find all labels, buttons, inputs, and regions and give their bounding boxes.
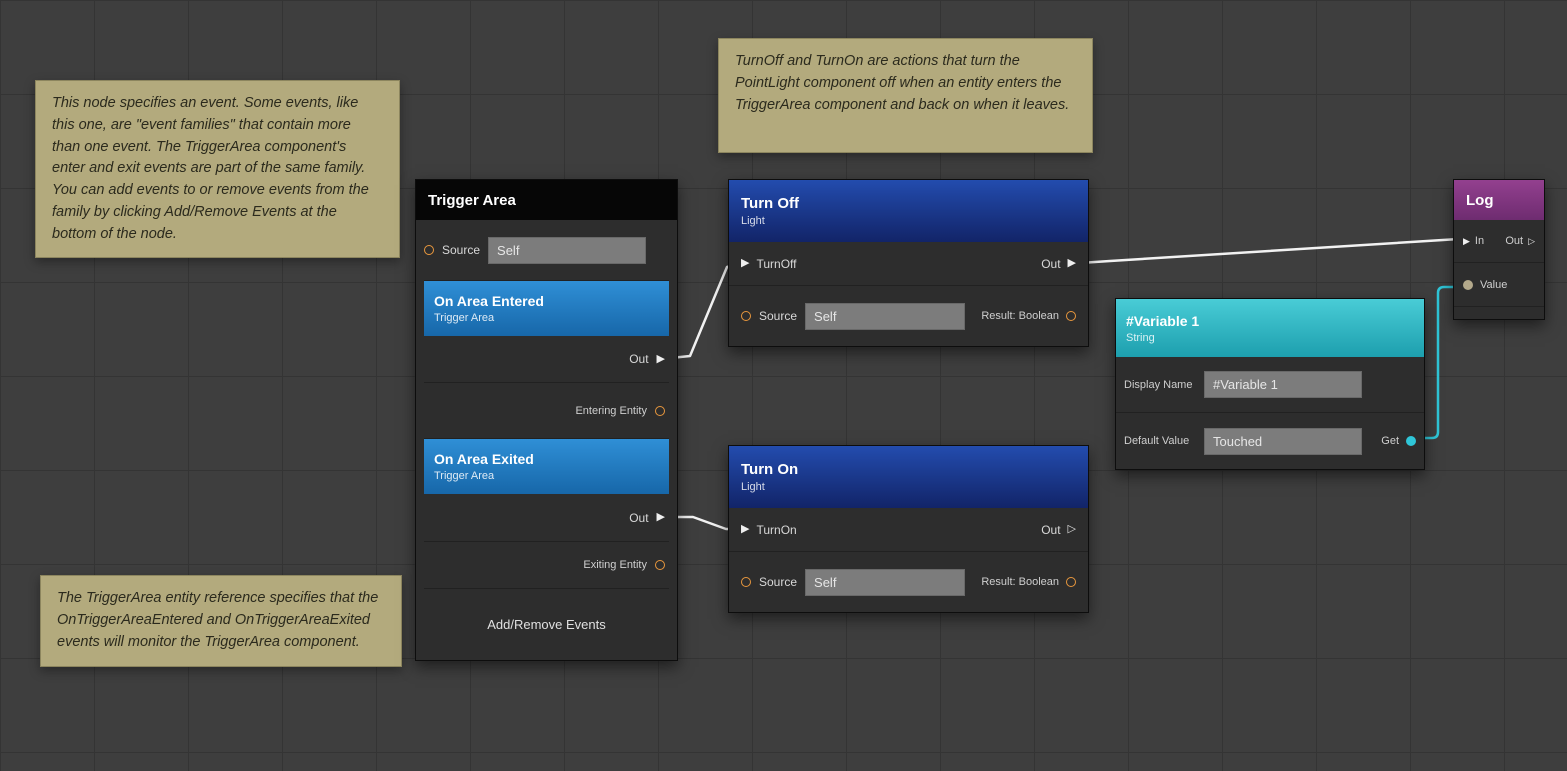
node-graph-canvas[interactable]: This node specifies an event. Some event…: [0, 0, 1567, 771]
log-value-port[interactable]: [1463, 279, 1473, 290]
event-title: On Area Exited: [434, 451, 534, 467]
get-label: Get: [1381, 435, 1399, 447]
turn-on-header[interactable]: Turn On Light: [729, 446, 1088, 508]
out-label: Out: [1041, 522, 1061, 537]
variable-header[interactable]: #Variable 1 String: [1116, 299, 1424, 357]
exec-out-icon[interactable]: ▶: [1068, 258, 1076, 269]
comment-text: This node specifies an event. Some event…: [52, 95, 369, 242]
exec-out-icon[interactable]: ▷: [1068, 524, 1076, 535]
node-log[interactable]: Log ▶ In Out ▷ Value: [1453, 179, 1545, 320]
node-trigger-area[interactable]: Trigger Area Source On Area Entered Trig…: [415, 179, 678, 661]
exec-out-icon[interactable]: ▶: [657, 353, 665, 365]
event-subtitle: Trigger Area: [434, 470, 495, 482]
event-on-area-entered-header[interactable]: On Area Entered Trigger Area: [424, 281, 669, 336]
node-turn-on[interactable]: Turn On Light ▶ TurnOn Out ▷ Source Resu…: [728, 445, 1089, 613]
comment-entity-reference[interactable]: The TriggerArea entity reference specifi…: [40, 575, 402, 667]
default-value-input[interactable]: [1204, 427, 1362, 455]
exec-in-icon[interactable]: ▶: [741, 258, 749, 269]
source-label: Source: [442, 243, 481, 257]
display-name-label: Display Name: [1124, 378, 1193, 391]
turnon-in-label: TurnOn: [756, 522, 797, 537]
turn-on-subtitle: Light: [741, 481, 765, 493]
event-title: On Area Entered: [434, 293, 544, 309]
event-subtitle: Trigger Area: [434, 312, 495, 324]
entering-entity-label: Entering Entity: [575, 404, 647, 417]
turn-off-header[interactable]: Turn Off Light: [729, 180, 1088, 242]
exiting-entity-label: Exiting Entity: [583, 559, 647, 571]
log-title: Log: [1466, 191, 1494, 209]
get-output-port[interactable]: [1406, 436, 1416, 446]
source-label: Source: [759, 575, 798, 589]
trigger-area-title: Trigger Area: [428, 191, 516, 209]
display-name-input[interactable]: [1204, 371, 1362, 398]
comment-event-families[interactable]: This node specifies an event. Some event…: [35, 80, 400, 258]
trigger-area-source-port[interactable]: [424, 245, 434, 255]
variable-subtitle: String: [1126, 331, 1155, 344]
node-turn-off[interactable]: Turn Off Light ▶ TurnOff Out ▶ Source Re…: [728, 179, 1089, 347]
exiting-entity-port[interactable]: [655, 560, 665, 570]
exec-out-icon[interactable]: ▷: [1528, 236, 1535, 246]
turn-off-title: Turn Off: [741, 195, 800, 212]
wire-turnoff-to-log[interactable]: [1078, 237, 1461, 265]
log-out-label: Out: [1505, 235, 1524, 247]
turnoff-in-label: TurnOff: [756, 256, 797, 271]
exec-in-icon[interactable]: ▶: [1463, 236, 1470, 246]
out-label: Out: [629, 352, 649, 366]
turn-on-source-port[interactable]: [741, 577, 751, 587]
turn-on-result-port[interactable]: [1066, 577, 1076, 587]
log-header[interactable]: Log: [1454, 180, 1544, 220]
exec-in-icon[interactable]: ▶: [741, 524, 749, 535]
result-label: Result: Boolean: [981, 576, 1059, 588]
turn-on-source-input[interactable]: [805, 568, 966, 596]
trigger-area-source-input[interactable]: [488, 236, 647, 264]
exec-out-icon[interactable]: ▶: [657, 512, 665, 523]
entering-entity-port[interactable]: [655, 405, 665, 416]
log-value-label: Value: [1480, 278, 1508, 291]
comment-turnoff-turnon[interactable]: TurnOff and TurnOn are actions that turn…: [718, 38, 1093, 153]
out-label: Out: [629, 510, 649, 525]
turn-off-result-port[interactable]: [1066, 311, 1076, 321]
log-in-label: In: [1474, 235, 1485, 247]
variable-title: #Variable 1: [1126, 312, 1200, 329]
comment-text: TurnOff and TurnOn are actions that turn…: [735, 53, 1070, 113]
result-label: Result: Boolean: [981, 310, 1059, 322]
turn-off-source-port[interactable]: [741, 311, 751, 321]
comment-text: The TriggerArea entity reference specifi…: [57, 590, 379, 650]
event-on-area-exited-header[interactable]: On Area Exited Trigger Area: [424, 439, 669, 494]
turn-off-subtitle: Light: [741, 215, 765, 227]
turn-on-title: Turn On: [741, 461, 799, 478]
node-variable-1[interactable]: #Variable 1 String Display Name Default …: [1115, 298, 1425, 470]
add-remove-events-button[interactable]: Add/Remove Events: [424, 589, 669, 660]
turn-off-source-input[interactable]: [805, 302, 966, 330]
source-label: Source: [759, 309, 798, 323]
out-label: Out: [1041, 256, 1061, 271]
trigger-area-header[interactable]: Trigger Area: [416, 180, 677, 220]
default-value-label: Default Value: [1124, 435, 1190, 447]
